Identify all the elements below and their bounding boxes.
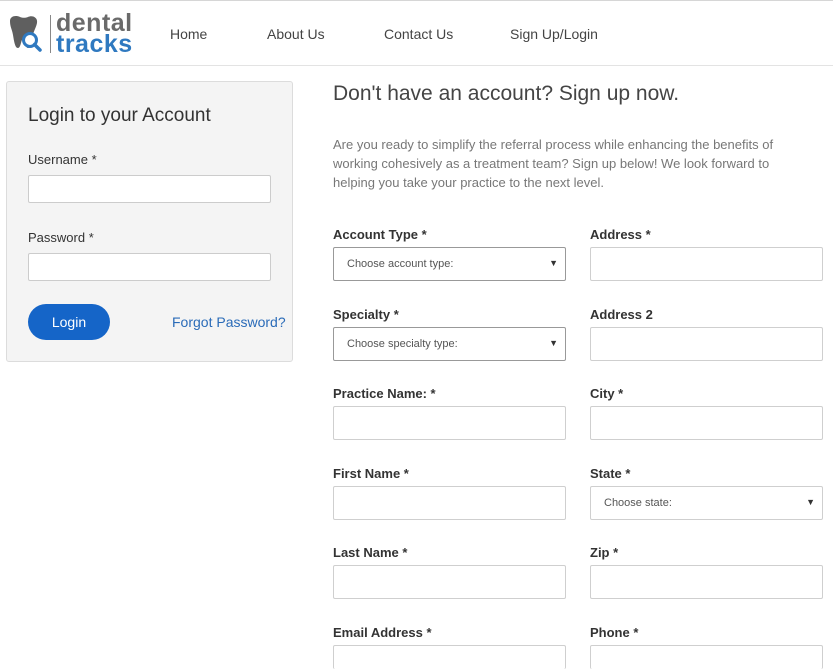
state-value: Choose state:: [604, 497, 672, 509]
forgot-password-link[interactable]: Forgot Password?: [172, 314, 286, 330]
signup-intro: Are you ready to simplify the referral p…: [333, 137, 774, 190]
last-name-input[interactable]: [333, 565, 566, 599]
password-label: Password *: [28, 230, 94, 245]
dental-tracks-logo[interactable]: dental tracks: [6, 9, 133, 58]
address2-input[interactable]: [590, 327, 823, 361]
chevron-down-icon: ▼: [549, 338, 558, 348]
tooth-magnifier-icon: [10, 16, 42, 52]
specialty-value: Choose specialty type:: [347, 338, 458, 350]
address-input[interactable]: [590, 247, 823, 281]
first-name-input[interactable]: [333, 486, 566, 520]
account-type-label: Account Type *: [333, 227, 427, 242]
site-header: dental tracks Home About Us Contact Us S…: [0, 0, 833, 66]
account-type-value: Choose account type:: [347, 258, 454, 270]
username-label: Username *: [28, 152, 97, 167]
practice-name-input[interactable]: [333, 406, 566, 440]
zip-label: Zip *: [590, 545, 619, 560]
city-label: City *: [590, 386, 624, 401]
address-label: Address *: [590, 227, 651, 242]
zip-input[interactable]: [590, 565, 823, 599]
username-input[interactable]: [28, 175, 271, 203]
logo-divider: [50, 15, 51, 53]
login-panel: Login to your Account Username * Passwor…: [6, 81, 293, 362]
logo-word-tracks: tracks: [56, 30, 133, 58]
nav-about-us[interactable]: About Us: [267, 26, 325, 42]
nav-sign-up-login[interactable]: Sign Up/Login: [510, 26, 598, 42]
specialty-select[interactable]: Choose specialty type: ▼: [333, 327, 566, 361]
specialty-label: Specialty *: [333, 307, 399, 322]
nav-home[interactable]: Home: [170, 26, 207, 42]
city-input[interactable]: [590, 406, 823, 440]
chevron-down-icon: ▼: [549, 258, 558, 268]
first-name-label: First Name *: [333, 466, 409, 481]
state-label: State *: [590, 466, 631, 481]
phone-label: Phone *: [590, 625, 639, 640]
signup-title: Don't have an account? Sign up now.: [333, 82, 680, 105]
phone-input[interactable]: [590, 645, 823, 669]
chevron-down-icon: ▼: [806, 497, 815, 507]
nav-contact-us[interactable]: Contact Us: [384, 26, 453, 42]
practice-name-label: Practice Name: *: [333, 386, 436, 401]
account-type-select[interactable]: Choose account type: ▼: [333, 247, 566, 281]
login-button[interactable]: Login: [28, 304, 110, 340]
last-name-label: Last Name *: [333, 545, 408, 560]
address2-label: Address 2: [590, 307, 653, 322]
password-input[interactable]: [28, 253, 271, 281]
state-select[interactable]: Choose state: ▼: [590, 486, 823, 520]
email-input[interactable]: [333, 645, 566, 669]
login-title: Login to your Account: [28, 105, 211, 126]
email-label: Email Address *: [333, 625, 432, 640]
